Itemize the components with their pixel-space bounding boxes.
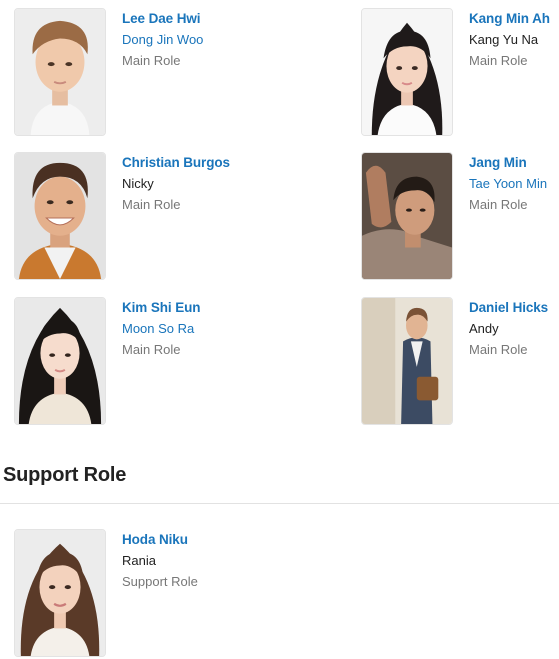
role-label: Main Role xyxy=(469,342,528,357)
role-label: Main Role xyxy=(122,197,181,212)
cast-card-kang-min-ah: Kang Min Ah Kang Yu Na Main Role xyxy=(361,8,559,138)
cast-name-christian-burgos[interactable]: Christian Burgos xyxy=(122,154,322,172)
cast-name-kim-shi-eun[interactable]: Kim Shi Eun xyxy=(122,299,322,317)
cast-photo-kim-shi-eun[interactable] xyxy=(14,297,106,425)
role-label: Main Role xyxy=(469,53,528,68)
role-label: Main Role xyxy=(122,53,181,68)
character-name-moon-so-ra[interactable]: Moon So Ra xyxy=(122,320,322,338)
cast-card-jang-min: Jang Min Tae Yoon Min Main Role xyxy=(361,152,559,282)
cast-card-christian-burgos: Christian Burgos Nicky Main Role xyxy=(14,152,254,282)
character-name-tae-yoon-min[interactable]: Tae Yoon Min xyxy=(469,175,559,193)
cast-photo-christian-burgos[interactable] xyxy=(14,152,106,280)
role-label: Main Role xyxy=(122,342,181,357)
cast-card-lee-dae-hwi: Lee Dae Hwi Dong Jin Woo Main Role xyxy=(14,8,254,138)
cast-photo-lee-dae-hwi[interactable] xyxy=(14,8,106,136)
cast-name-daniel-hicks[interactable]: Daniel Hicks xyxy=(469,299,559,317)
cast-card-daniel-hicks: Daniel Hicks Andy Main Role xyxy=(361,297,559,427)
role-label: Support Role xyxy=(122,574,198,589)
cast-photo-hoda-niku[interactable] xyxy=(14,529,106,657)
cast-card-hoda-niku: Hoda Niku Rania Support Role xyxy=(14,529,254,659)
section-divider xyxy=(0,503,559,504)
cast-photo-kang-min-ah[interactable] xyxy=(361,8,453,136)
cast-card-kim-shi-eun: Kim Shi Eun Moon So Ra Main Role xyxy=(14,297,254,427)
character-name-rania: Rania xyxy=(122,553,156,568)
cast-name-hoda-niku[interactable]: Hoda Niku xyxy=(122,531,322,549)
cast-name-lee-dae-hwi[interactable]: Lee Dae Hwi xyxy=(122,10,322,28)
character-name-dong-jin-woo[interactable]: Dong Jin Woo xyxy=(122,31,322,49)
character-name-kang-yu-na: Kang Yu Na xyxy=(469,32,539,47)
role-label: Main Role xyxy=(469,197,528,212)
cast-name-jang-min[interactable]: Jang Min xyxy=(469,154,559,172)
cast-photo-jang-min[interactable] xyxy=(361,152,453,280)
character-name-andy: Andy xyxy=(469,321,499,336)
cast-name-kang-min-ah[interactable]: Kang Min Ah xyxy=(469,10,559,28)
character-name-nicky: Nicky xyxy=(122,176,154,191)
cast-photo-daniel-hicks[interactable] xyxy=(361,297,453,425)
section-title-support-role: Support Role xyxy=(3,464,127,486)
